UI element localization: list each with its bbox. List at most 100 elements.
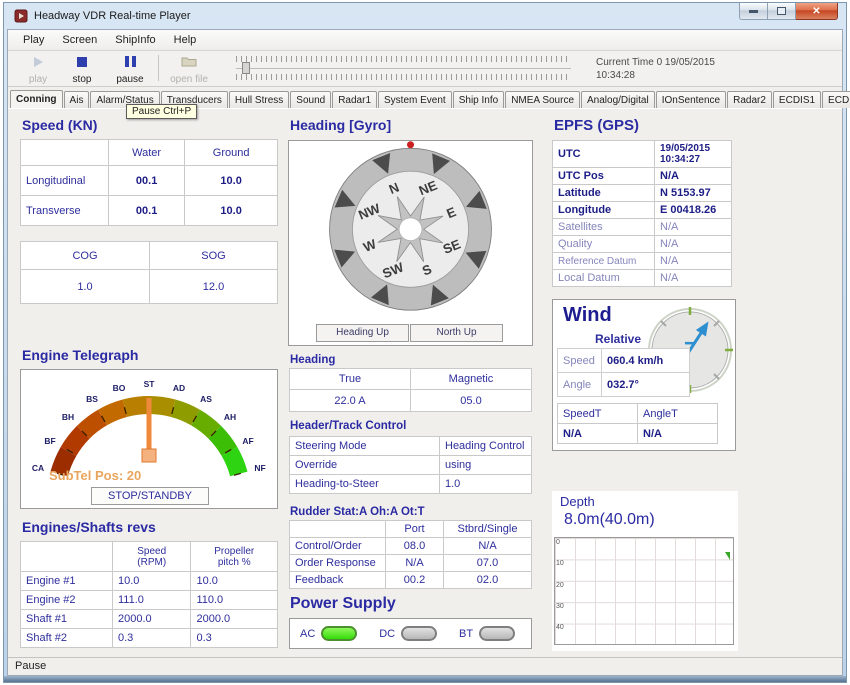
table-row: 22.0 A 05.0 bbox=[290, 390, 532, 412]
stop-standby-button[interactable]: STOP/STANDBY bbox=[91, 487, 209, 505]
menu-screen[interactable]: Screen bbox=[53, 32, 106, 48]
dc-label: DC bbox=[379, 628, 395, 640]
rudder-col-stbd: Stbrd/Single bbox=[444, 521, 532, 538]
tab-radar2[interactable]: Radar2 bbox=[727, 91, 772, 108]
telegraph-label: BS bbox=[86, 394, 98, 404]
telegraph-panel: CA BF BH BS BO ST AD AS AH AF NF bbox=[20, 369, 278, 509]
tab-radar1[interactable]: Radar1 bbox=[332, 91, 377, 108]
table-row: 1.0 12.0 bbox=[21, 270, 278, 304]
telegraph-label: BF bbox=[44, 436, 55, 446]
power-supply-panel: AC DC BT bbox=[289, 618, 532, 649]
row-label: Override bbox=[290, 456, 440, 475]
tab-ecdis2[interactable]: ECDIS2 bbox=[822, 91, 850, 108]
row-label: Speed bbox=[558, 349, 602, 373]
cell-value: 10.0 bbox=[185, 166, 278, 196]
maximize-button[interactable] bbox=[768, 3, 796, 20]
wind-angle-value: 032.7° bbox=[602, 373, 690, 397]
speed-panel-title: Speed (KN) bbox=[22, 117, 97, 133]
tab-hull-stress[interactable]: Hull Stress bbox=[229, 91, 289, 108]
telegraph-label: NF bbox=[254, 463, 265, 473]
tab-nmea-source[interactable]: NMEA Source bbox=[505, 91, 580, 108]
cell-value: 07.0 bbox=[444, 555, 532, 572]
depth-chart: 0 10 20 30 40 bbox=[554, 537, 734, 645]
app-icon bbox=[14, 9, 28, 23]
window-controls: ✕ bbox=[739, 3, 838, 20]
depth-axis-tick: 0 bbox=[556, 539, 560, 546]
slider-thumb[interactable] bbox=[242, 62, 250, 74]
dc-indicator bbox=[401, 626, 437, 641]
minimize-button[interactable] bbox=[739, 3, 768, 20]
menu-help[interactable]: Help bbox=[165, 32, 206, 48]
telegraph-label: AS bbox=[200, 394, 212, 404]
row-label: Longitudinal bbox=[21, 166, 109, 196]
row-label: Quality bbox=[553, 236, 655, 253]
play-button[interactable]: play bbox=[16, 54, 60, 85]
depth-axis-tick: 10 bbox=[556, 560, 564, 567]
gyro-compass: N NE E SE S SW W NW bbox=[289, 141, 532, 321]
table-row: Latitude N 5153.97 bbox=[553, 185, 732, 202]
speed-col-ground: Ground bbox=[185, 140, 278, 166]
table-row: N/A N/A bbox=[558, 424, 718, 444]
subtel-position: SubTel Pos: 20 bbox=[49, 468, 141, 483]
cell-value: N/A bbox=[655, 219, 732, 236]
ac-label: AC bbox=[300, 628, 315, 640]
cell-value: 00.1 bbox=[109, 196, 185, 226]
table-row: Engine #1 10.0 10.0 bbox=[21, 572, 278, 591]
speed-col-water: Water bbox=[109, 140, 185, 166]
heading-col-magnetic: Magnetic bbox=[411, 369, 532, 390]
table-row: Reference Datum N/A bbox=[553, 253, 732, 270]
cell-value: N/A bbox=[655, 270, 732, 287]
heading-up-button[interactable]: Heading Up bbox=[316, 324, 409, 342]
tab-ionsentence[interactable]: IOnSentence bbox=[656, 91, 726, 108]
row-label: Engine #2 bbox=[21, 591, 113, 610]
ac-indicator bbox=[321, 626, 357, 641]
menu-play[interactable]: Play bbox=[14, 32, 53, 48]
cell-value: 0.3 bbox=[191, 629, 278, 648]
row-label: Control/Order bbox=[290, 538, 386, 555]
rudder-table: Port Stbrd/Single Control/Order 08.0 N/A… bbox=[289, 520, 532, 589]
title-bar[interactable]: Headway VDR Real-time Player ✕ bbox=[4, 3, 846, 29]
engines-panel-title: Engines/Shafts revs bbox=[22, 519, 156, 535]
row-label: UTC Pos bbox=[553, 168, 655, 185]
row-label: Shaft #2 bbox=[21, 629, 113, 648]
tab-system-event[interactable]: System Event bbox=[378, 91, 452, 108]
close-button[interactable]: ✕ bbox=[796, 3, 838, 20]
row-label: Order Response bbox=[290, 555, 386, 572]
stop-button[interactable]: stop bbox=[60, 54, 104, 85]
close-icon: ✕ bbox=[812, 6, 820, 17]
rudder-title: Rudder Stat:A Oh:A Ot:T bbox=[290, 506, 425, 518]
engines-col-speed: Speed (RPM) bbox=[113, 542, 191, 572]
playback-slider[interactable] bbox=[236, 56, 571, 82]
tab-ecdis1[interactable]: ECDIS1 bbox=[773, 91, 821, 108]
cog-sog-table: COG SOG 1.0 12.0 bbox=[20, 241, 278, 304]
speed-corner-cell bbox=[21, 140, 109, 166]
tab-sound[interactable]: Sound bbox=[290, 91, 331, 108]
tab-ais[interactable]: Ais bbox=[64, 91, 90, 108]
tab-analog-digital[interactable]: Analog/Digital bbox=[581, 91, 655, 108]
cog-value: 1.0 bbox=[21, 270, 150, 304]
menu-shipinfo[interactable]: ShipInfo bbox=[106, 32, 164, 48]
sog-value: 12.0 bbox=[150, 270, 278, 304]
wind-speed-value: 060.4 km/h bbox=[602, 349, 690, 373]
table-row: Steering Mode Heading Control bbox=[290, 437, 532, 456]
heading-table: True Magnetic 22.0 A 05.0 bbox=[289, 368, 532, 412]
heading-title: Heading bbox=[290, 354, 335, 366]
tab-conning[interactable]: Conning bbox=[10, 90, 63, 109]
north-up-button[interactable]: North Up bbox=[410, 324, 503, 342]
current-time-date: Current Time 0 19/05/2015 bbox=[596, 56, 715, 69]
slider-track[interactable] bbox=[236, 62, 571, 74]
wind-panel: Wind Relative bbox=[552, 299, 736, 451]
lubber-mark bbox=[407, 141, 414, 148]
rudder-col-port: Port bbox=[386, 521, 444, 538]
telegraph-label: AF bbox=[242, 436, 253, 446]
table-row: Angle 032.7° bbox=[558, 373, 690, 397]
speedt-value: N/A bbox=[558, 424, 638, 444]
pause-button[interactable]: pause bbox=[108, 54, 152, 85]
cell-value: 08.0 bbox=[386, 538, 444, 555]
open-file-button[interactable]: open file bbox=[162, 54, 216, 85]
depth-axis-tick: 30 bbox=[556, 603, 564, 610]
table-row: Engine #2 111.0 110.0 bbox=[21, 591, 278, 610]
stop-icon bbox=[77, 57, 87, 67]
tab-ship-info[interactable]: Ship Info bbox=[453, 91, 504, 108]
depth-current-marker bbox=[725, 552, 730, 560]
